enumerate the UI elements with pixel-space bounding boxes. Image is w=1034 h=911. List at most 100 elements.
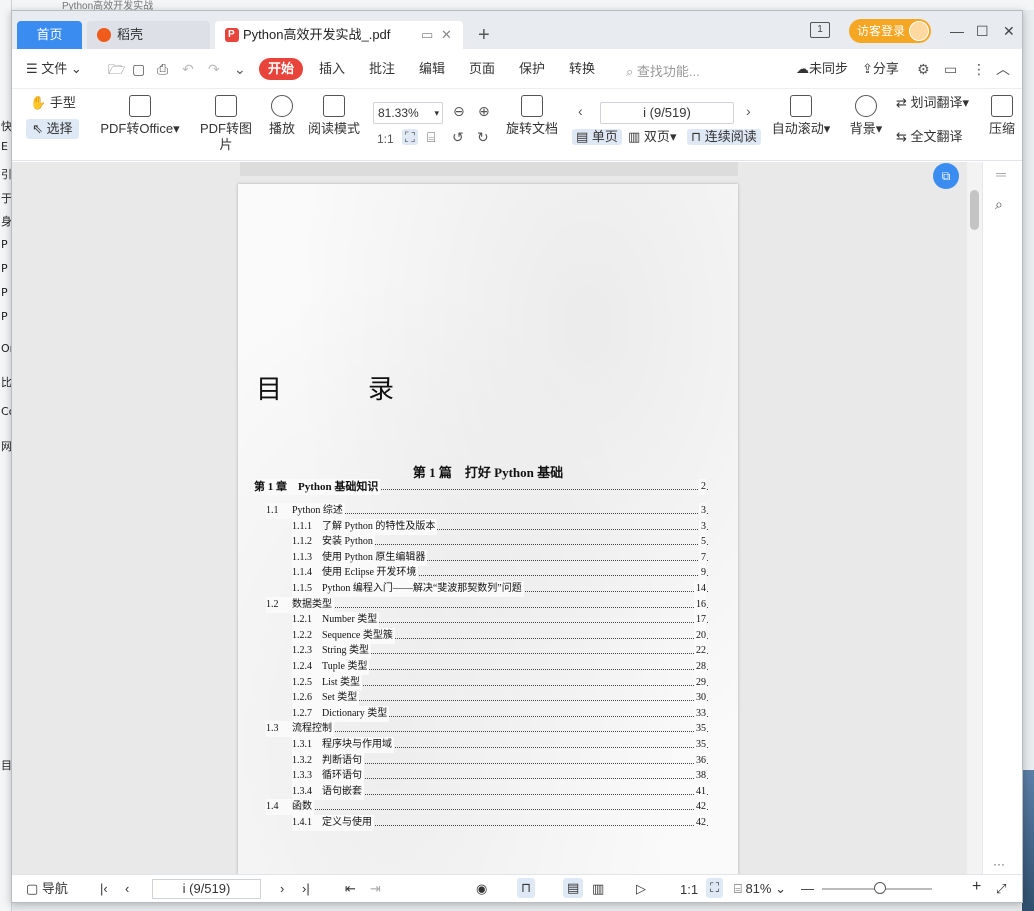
status-next-page-icon[interactable]: › — [280, 881, 284, 897]
floating-tool-button[interactable]: ⧉ — [933, 163, 959, 189]
redo-icon[interactable]: ↷ — [208, 61, 220, 77]
toc-entry[interactable]: 1.1.4 使用 Eclipse 开发环境 9 — [238, 565, 738, 582]
eye-protect-icon[interactable]: ◉ — [476, 881, 487, 897]
compress-button[interactable]: 压缩 — [987, 95, 1017, 137]
multi-window-badge[interactable]: 1 — [810, 22, 830, 38]
status-zoom-out-button[interactable]: — — [801, 881, 814, 897]
play-mode-icon[interactable]: ▷ — [636, 881, 646, 897]
continuous-read-button[interactable]: ⊓ 连续阅读 — [687, 129, 761, 145]
new-tab-button[interactable]: + — [478, 23, 490, 47]
toc-entry[interactable]: 1.2.6 Set 类型 30 — [238, 690, 738, 707]
hand-tool[interactable]: ✋ 手型 — [30, 95, 76, 111]
toc-entry[interactable]: 1.1.3 使用 Python 原生编辑器 7 — [238, 549, 738, 566]
single-page-button[interactable]: ▤ 单页 — [572, 129, 622, 145]
toc-entry[interactable]: 1.3.1 程序块与作用域 35 — [238, 737, 738, 753]
first-page-icon[interactable]: |‹ — [100, 881, 108, 897]
word-translate-button[interactable]: ⇄ 划词翻译▾ — [896, 95, 969, 111]
back-icon[interactable]: ⇤ — [345, 881, 356, 897]
toc-entry[interactable]: 1.2.7 Dictionary 类型 33 — [238, 705, 738, 722]
open-icon[interactable]: 🗁 — [108, 61, 125, 77]
zoom-select[interactable]: 81.33% ▾ — [373, 102, 443, 124]
toc-entry[interactable]: 1.2 数据类型 16 — [238, 596, 738, 613]
maximize-button[interactable]: ☐ — [976, 23, 989, 39]
menu-convert[interactable]: 转换 — [569, 61, 595, 77]
toc-entry[interactable]: 1.4.1 定义与使用 42 — [238, 815, 738, 831]
comment-icon[interactable]: ▭ — [944, 61, 957, 77]
function-search[interactable]: ⌕ 查找功能... — [626, 61, 700, 80]
menu-edit[interactable]: 编辑 — [419, 61, 445, 77]
zoom-in-icon[interactable]: ⊕ — [478, 103, 490, 119]
status-zoom-select[interactable]: ⌸ 81% ⌄ — [734, 881, 786, 897]
play-button[interactable]: 播放 — [264, 95, 300, 137]
zoom-slider[interactable] — [822, 882, 932, 894]
tab-home[interactable]: 首页 — [17, 21, 82, 49]
page-number-input[interactable]: i (9/519) — [600, 102, 734, 124]
guest-login-button[interactable]: 访客登录 — [849, 19, 931, 43]
forward-icon[interactable]: ⇥ — [370, 881, 381, 897]
toc-entry[interactable]: 第 1 章 Python 基础知识 2 — [238, 479, 738, 495]
tab-pdf-document[interactable]: Python高效开发实战_.pdf ▭ ✕ — [215, 21, 463, 49]
double-mode-icon[interactable]: ▥ — [592, 881, 604, 897]
rotate-left-icon[interactable]: ↺ — [452, 129, 464, 145]
status-fit-page-icon[interactable]: ⛶ — [706, 878, 724, 898]
continuous-mode-icon[interactable]: ⊓ — [517, 878, 536, 898]
rotate-document-button[interactable]: 旋转文档 — [506, 95, 558, 137]
menu-insert[interactable]: 插入 — [319, 61, 345, 77]
tab-daoke[interactable]: 稻壳 — [87, 21, 210, 49]
toc-entry[interactable]: 1.3 流程控制 35 — [238, 721, 738, 738]
minimize-button[interactable]: — — [950, 23, 964, 39]
actual-size-icon[interactable]: 1:1 — [377, 131, 394, 147]
toc-entry[interactable]: 1.2.4 Tuple 类型 28 — [238, 659, 738, 675]
menu-annotate[interactable]: 批注 — [369, 61, 395, 77]
tab-popout-icon[interactable]: ▭ — [421, 21, 433, 49]
toc-entry[interactable]: 1.4 函数 42 — [238, 799, 738, 816]
status-zoom-in-button[interactable]: + — [972, 879, 981, 895]
status-page-input[interactable]: i (9/519) — [152, 879, 261, 899]
status-actual-size-icon[interactable]: 1:1 — [680, 882, 698, 898]
double-page-button[interactable]: ▥ 双页▾ — [628, 129, 676, 145]
pdf-to-image-button[interactable]: PDF转图片 — [194, 95, 258, 153]
search-text-icon[interactable]: ⌕ — [995, 196, 1003, 212]
document-viewport[interactable]: 目 录 第 1 篇 打好 Python 基础 第 1 章 Python 基础知识 2… — [12, 162, 967, 874]
zoom-out-icon[interactable]: ⊖ — [453, 103, 465, 119]
menu-start[interactable]: 开始 — [259, 58, 303, 80]
background-button[interactable]: 背景▾ — [848, 95, 884, 137]
single-mode-icon[interactable]: ▤ — [563, 878, 584, 898]
next-page-icon[interactable]: › — [746, 103, 751, 119]
toc-entry[interactable]: 1.3.3 循环语句 38 — [238, 768, 738, 785]
navigation-toggle[interactable]: ▢ 导航 — [26, 881, 68, 897]
prev-page-icon[interactable]: ‹ — [578, 103, 583, 119]
status-prev-page-icon[interactable]: ‹ — [125, 881, 129, 897]
toc-entry[interactable]: 1.2.3 String 类型 22 — [238, 643, 738, 660]
collapse-ribbon-icon[interactable]: ︿ — [996, 61, 1010, 77]
auto-scroll-button[interactable]: 自动滚动▾ — [771, 95, 831, 137]
toc-entry[interactable]: 1.1.2 安装 Python 5 — [238, 534, 738, 551]
sync-status[interactable]: ☁未同步 — [796, 61, 848, 77]
file-menu[interactable]: ☰ 文件 ⌄ — [26, 61, 82, 77]
toc-entry[interactable]: 1.2.1 Number 类型 17 — [238, 612, 738, 629]
print-icon[interactable]: ⎙ — [157, 61, 168, 77]
last-page-icon[interactable]: ›| — [302, 881, 310, 897]
quick-access-dropdown-icon[interactable]: ⌄ — [234, 61, 246, 77]
toc-entry[interactable]: 1.1.1 了解 Python 的特性及版本 3 — [238, 518, 738, 535]
vertical-scrollbar[interactable] — [967, 162, 982, 874]
more-vertical-icon[interactable]: ⋮ — [972, 61, 986, 77]
toc-entry[interactable]: 1.2.2 Sequence 类型簇 20 — [238, 627, 738, 644]
read-mode-button[interactable]: 阅读模式 — [306, 95, 362, 137]
close-button[interactable]: ✕ — [1003, 23, 1015, 39]
pdf-to-office-button[interactable]: PDF转Office▾ — [100, 95, 180, 137]
fit-width-icon[interactable]: ⌸ — [427, 129, 435, 145]
toc-entry[interactable]: 1.3.2 判断语句 36 — [238, 752, 738, 769]
undo-icon[interactable]: ↶ — [182, 61, 194, 77]
menu-page[interactable]: 页面 — [469, 61, 495, 77]
full-translate-button[interactable]: ⇆ 全文翻译 — [896, 129, 963, 145]
settings-icon[interactable]: ⚙ — [917, 61, 930, 77]
toc-entry[interactable]: 1.1 Python 综述 3 — [238, 503, 738, 519]
share-button[interactable]: ⇪分享 — [862, 61, 899, 77]
save-icon[interactable]: ▢ — [132, 61, 145, 77]
fit-page-icon[interactable]: ⛶ — [402, 129, 418, 145]
toc-entry[interactable]: 1.3.4 语句嵌套 41 — [238, 783, 738, 800]
more-horizontal-icon[interactable]: ··· — [993, 856, 1005, 872]
fullscreen-icon[interactable]: ⤢ — [996, 881, 1006, 897]
toc-entry[interactable]: 1.2.5 List 类型 29 — [238, 674, 738, 691]
